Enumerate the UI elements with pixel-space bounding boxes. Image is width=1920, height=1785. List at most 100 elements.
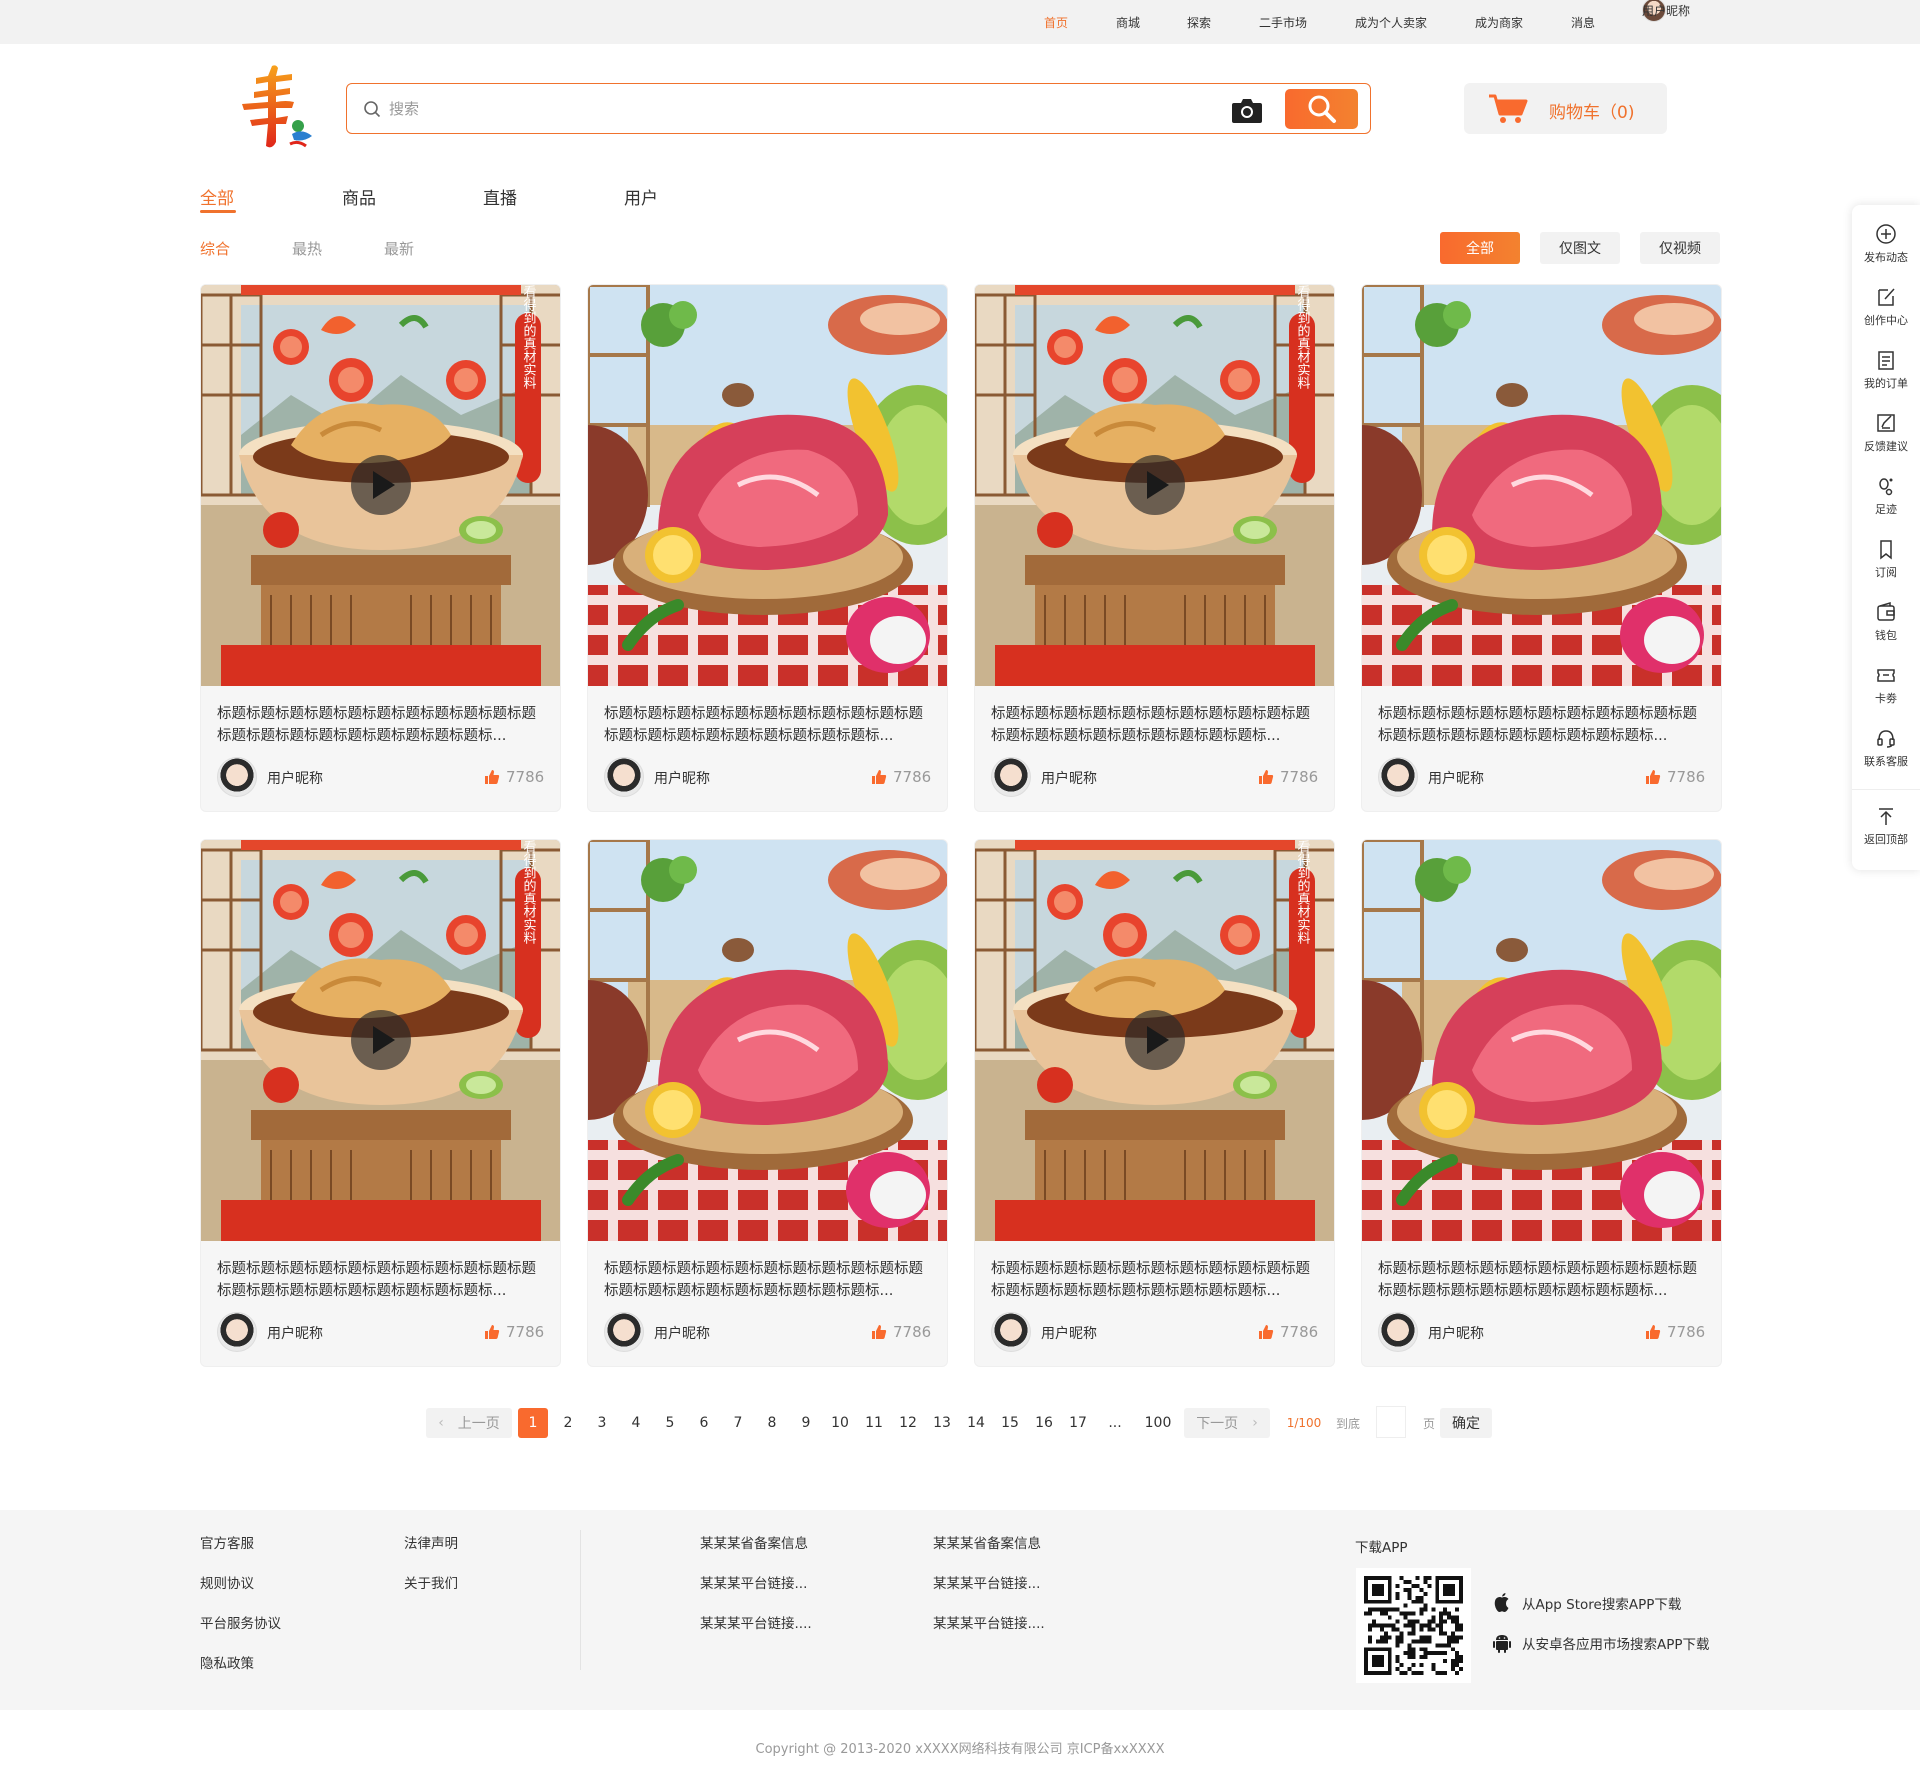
page-9-button[interactable]: 9 — [791, 1408, 821, 1438]
prev-page-button[interactable]: ‹ 上一页 — [426, 1408, 512, 1438]
search-input[interactable] — [389, 94, 1249, 124]
android-link[interactable]: 从安卓各应用市场搜索APP下载 — [1492, 1632, 1710, 1654]
sidebar-item-customer-service[interactable]: 联系客服 — [1852, 727, 1920, 769]
post-card-title[interactable]: 标题标题标题标题标题标题标题标题标题标题标题标题标题标题标题标题标题标题标题标题… — [217, 1258, 547, 1302]
sidebar-item-back-to-top[interactable]: 返回顶部 — [1852, 805, 1920, 847]
avatar[interactable] — [604, 1312, 644, 1352]
post-card[interactable]: 标题标题标题标题标题标题标题标题标题标题标题标题标题标题标题标题标题标题标题标题… — [587, 839, 948, 1367]
footer-link[interactable]: 隐私政策 — [200, 1652, 254, 1672]
page-6-button[interactable]: 6 — [689, 1408, 719, 1438]
tab-all[interactable]: 全部 — [200, 184, 234, 209]
sidebar-item-creator-center[interactable]: 创作中心 — [1852, 286, 1920, 328]
page-5-button[interactable]: 5 — [655, 1408, 685, 1438]
footer-link[interactable]: 规则协议 — [200, 1572, 254, 1592]
post-card[interactable]: 看得到的真材实料 标题标题标题标题标题标题标题标题标题标题标题标题标题标题标题标… — [974, 284, 1335, 812]
subtab-hottest[interactable]: 最热 — [292, 238, 322, 259]
post-card[interactable]: 标题标题标题标题标题标题标题标题标题标题标题标题标题标题标题标题标题标题标题标题… — [587, 284, 948, 812]
page-3-button[interactable]: 3 — [587, 1408, 617, 1438]
page-8-button[interactable]: 8 — [757, 1408, 787, 1438]
thumbs-up-icon[interactable] — [871, 1324, 887, 1340]
topnav-become-merchant[interactable]: 成为商家 — [1475, 14, 1523, 31]
page-15-button[interactable]: 15 — [995, 1408, 1025, 1438]
subtab-newest[interactable]: 最新 — [384, 238, 414, 259]
avatar[interactable] — [1378, 757, 1418, 797]
topnav-second-hand[interactable]: 二手市场 — [1259, 14, 1307, 31]
post-card[interactable]: 标题标题标题标题标题标题标题标题标题标题标题标题标题标题标题标题标题标题标题标题… — [1361, 284, 1722, 812]
post-card-user[interactable]: 用户昵称 — [654, 768, 710, 788]
sidebar-item-footprints[interactable]: 足迹 — [1852, 475, 1920, 517]
topnav-explore[interactable]: 探索 — [1187, 14, 1211, 31]
post-card-user[interactable]: 用户昵称 — [1428, 768, 1484, 788]
footer-link[interactable]: 某某某省备案信息 — [700, 1532, 808, 1552]
post-card-user[interactable]: 用户昵称 — [1041, 768, 1097, 788]
search-button[interactable] — [1285, 89, 1358, 129]
tab-goods[interactable]: 商品 — [342, 184, 376, 209]
post-card[interactable]: 看得到的真材实料 标题标题标题标题标题标题标题标题标题标题标题标题标题标题标题标… — [974, 839, 1335, 1367]
post-card-image[interactable] — [1362, 285, 1721, 686]
post-card-image[interactable]: 看得到的真材实料 — [975, 840, 1334, 1241]
page-12-button[interactable]: 12 — [893, 1408, 923, 1438]
avatar[interactable] — [217, 757, 257, 797]
filter-video-button[interactable]: 仅视频 — [1640, 232, 1720, 264]
sidebar-item-subscriptions[interactable]: 订阅 — [1852, 538, 1920, 580]
post-card[interactable]: 看得到的真材实料 标题标题标题标题标题标题标题标题标题标题标题标题标题标题标题标… — [200, 839, 561, 1367]
post-card[interactable]: 看得到的真材实料 标题标题标题标题标题标题标题标题标题标题标题标题标题标题标题标… — [200, 284, 561, 812]
post-card-user[interactable]: 用户昵称 — [1428, 1323, 1484, 1343]
sidebar-item-feedback[interactable]: 反馈建议 — [1852, 412, 1920, 454]
post-card-title[interactable]: 标题标题标题标题标题标题标题标题标题标题标题标题标题标题标题标题标题标题标题标题… — [1378, 1258, 1708, 1302]
post-card-image[interactable]: 看得到的真材实料 — [975, 285, 1334, 686]
sidebar-item-my-orders[interactable]: 我的订单 — [1852, 349, 1920, 391]
footer-link[interactable]: 某某某省备案信息 — [933, 1532, 1041, 1552]
tab-live[interactable]: 直播 — [483, 184, 517, 209]
page-13-button[interactable]: 13 — [927, 1408, 957, 1438]
sidebar-item-publish[interactable]: 发布动态 — [1852, 223, 1920, 265]
avatar[interactable] — [217, 1312, 257, 1352]
post-card-image[interactable]: 看得到的真材实料 — [201, 285, 560, 686]
thumbs-up-icon[interactable] — [1258, 769, 1274, 785]
avatar[interactable] — [604, 757, 644, 797]
topnav-become-seller[interactable]: 成为个人卖家 — [1355, 14, 1427, 31]
thumbs-up-icon[interactable] — [871, 769, 887, 785]
footer-link[interactable]: 平台服务协议 — [200, 1612, 281, 1632]
topnav-mall[interactable]: 商城 — [1116, 14, 1140, 31]
topnav-messages[interactable]: 消息 — [1571, 14, 1595, 31]
page-10-button[interactable]: 10 — [825, 1408, 855, 1438]
post-card-title[interactable]: 标题标题标题标题标题标题标题标题标题标题标题标题标题标题标题标题标题标题标题标题… — [604, 1258, 934, 1302]
page-1-button[interactable]: 1 — [518, 1408, 548, 1438]
thumbs-up-icon[interactable] — [484, 1324, 500, 1340]
footer-link[interactable]: 法律声明 — [404, 1532, 458, 1552]
topnav-home[interactable]: 首页 — [1044, 14, 1068, 31]
footer-link[interactable]: 关于我们 — [404, 1572, 458, 1592]
subtab-comprehensive[interactable]: 综合 — [200, 238, 230, 259]
post-card-user[interactable]: 用户昵称 — [654, 1323, 710, 1343]
post-card-user[interactable]: 用户昵称 — [267, 768, 323, 788]
footer-link[interactable]: 官方客服 — [200, 1532, 254, 1552]
avatar[interactable] — [991, 757, 1031, 797]
page-16-button[interactable]: 16 — [1029, 1408, 1059, 1438]
post-card-image[interactable]: 看得到的真材实料 — [201, 840, 560, 1241]
thumbs-up-icon[interactable] — [1645, 1324, 1661, 1340]
post-card-user[interactable]: 用户昵称 — [267, 1323, 323, 1343]
page-4-button[interactable]: 4 — [621, 1408, 651, 1438]
post-card-title[interactable]: 标题标题标题标题标题标题标题标题标题标题标题标题标题标题标题标题标题标题标题标题… — [604, 703, 934, 747]
post-card-title[interactable]: 标题标题标题标题标题标题标题标题标题标题标题标题标题标题标题标题标题标题标题标题… — [991, 703, 1321, 747]
footer-link[interactable]: 某某某平台链接... — [933, 1572, 1040, 1592]
camera-icon[interactable] — [1231, 96, 1263, 124]
post-card-title[interactable]: 标题标题标题标题标题标题标题标题标题标题标题标题标题标题标题标题标题标题标题标题… — [1378, 703, 1708, 747]
post-card-image[interactable] — [588, 840, 947, 1241]
logo-icon[interactable] — [232, 62, 320, 154]
page-2-button[interactable]: 2 — [553, 1408, 583, 1438]
thumbs-up-icon[interactable] — [1645, 769, 1661, 785]
page-confirm-button[interactable]: 确定 — [1440, 1408, 1492, 1438]
avatar[interactable] — [991, 1312, 1031, 1352]
app-store-link[interactable]: 从App Store搜索APP下载 — [1492, 1592, 1681, 1614]
post-card-image[interactable] — [1362, 840, 1721, 1241]
footer-link[interactable]: 某某某平台链接.... — [700, 1612, 812, 1632]
filter-all-button[interactable]: 全部 — [1440, 232, 1520, 264]
thumbs-up-icon[interactable] — [1258, 1324, 1274, 1340]
sidebar-item-wallet[interactable]: 钱包 — [1852, 601, 1920, 643]
footer-link[interactable]: 某某某平台链接... — [700, 1572, 807, 1592]
post-card-title[interactable]: 标题标题标题标题标题标题标题标题标题标题标题标题标题标题标题标题标题标题标题标题… — [217, 703, 547, 747]
sidebar-item-coupons[interactable]: 卡劵 — [1852, 664, 1920, 706]
avatar[interactable] — [1378, 1312, 1418, 1352]
